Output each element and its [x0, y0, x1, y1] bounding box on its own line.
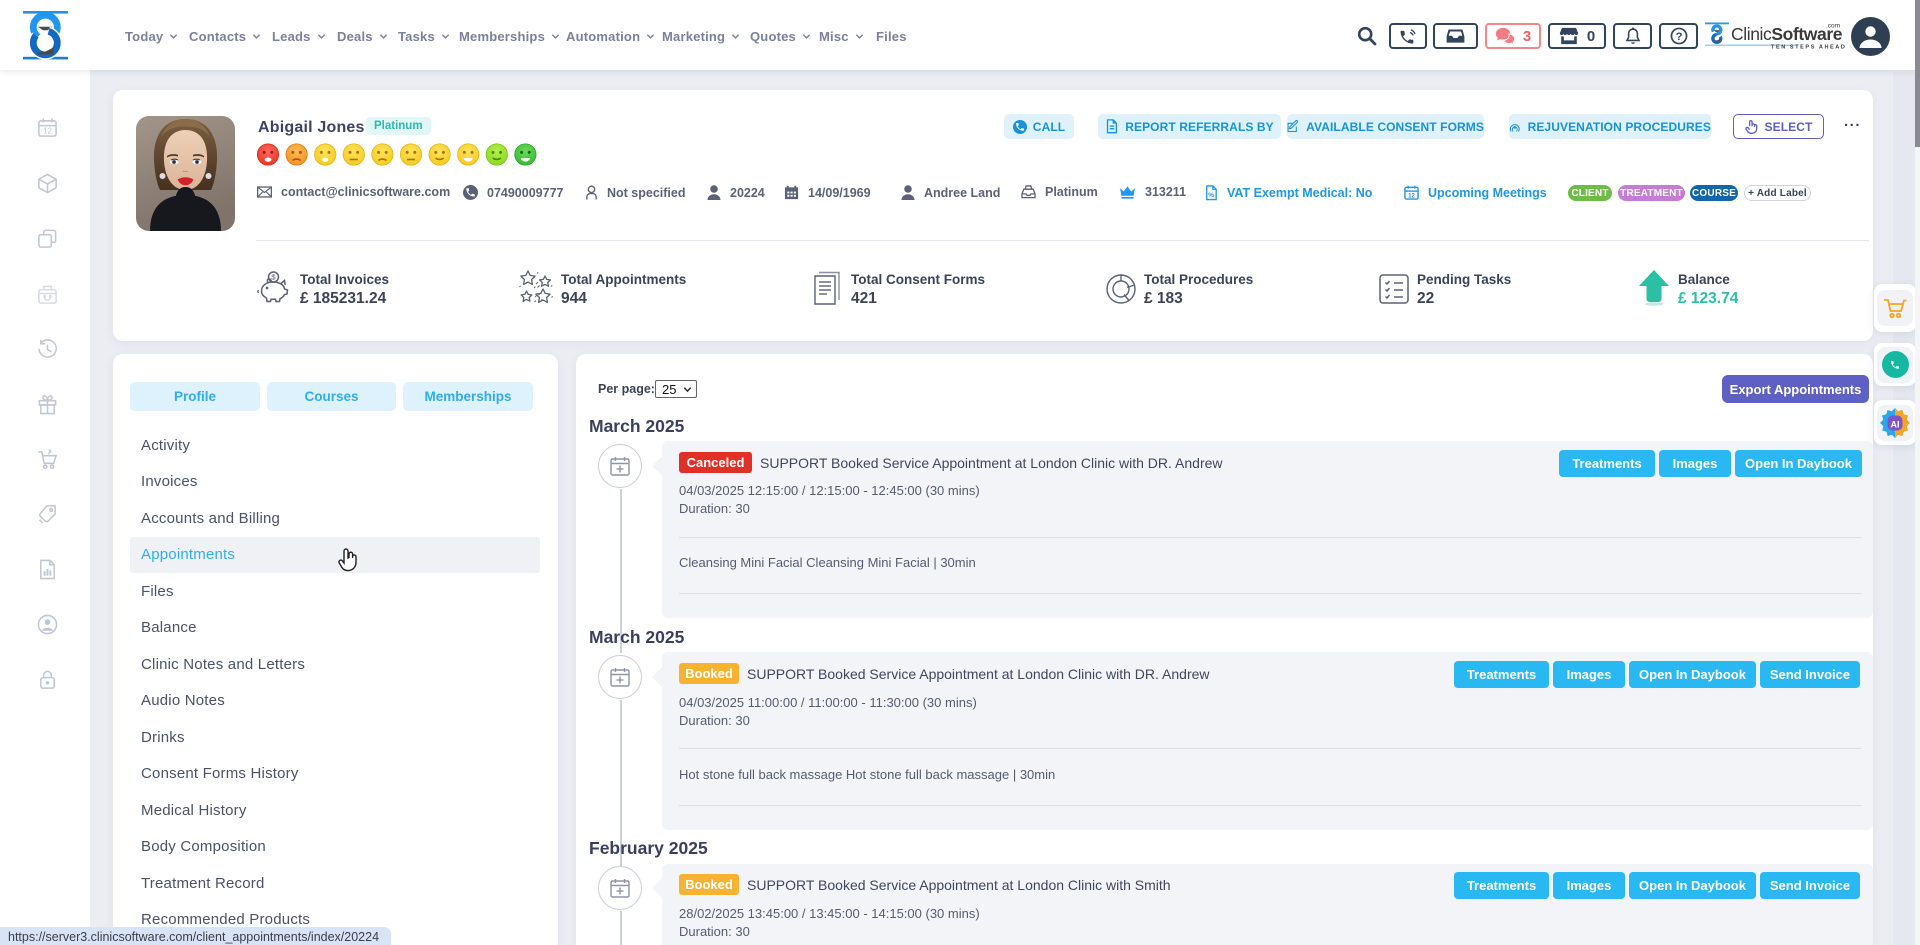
svg-text:%: %	[1208, 192, 1214, 199]
svg-text:?: ?	[1675, 31, 1682, 43]
svg-text:.com: .com	[1826, 23, 1840, 30]
svg-text:$: $	[271, 273, 276, 282]
svg-text:12: 12	[43, 127, 53, 136]
svg-text:12: 12	[1408, 192, 1415, 199]
svg-text:AI: AI	[1891, 419, 1900, 429]
svg-text:TEN STEPS AHEAD: TEN STEPS AHEAD	[1771, 45, 1845, 51]
